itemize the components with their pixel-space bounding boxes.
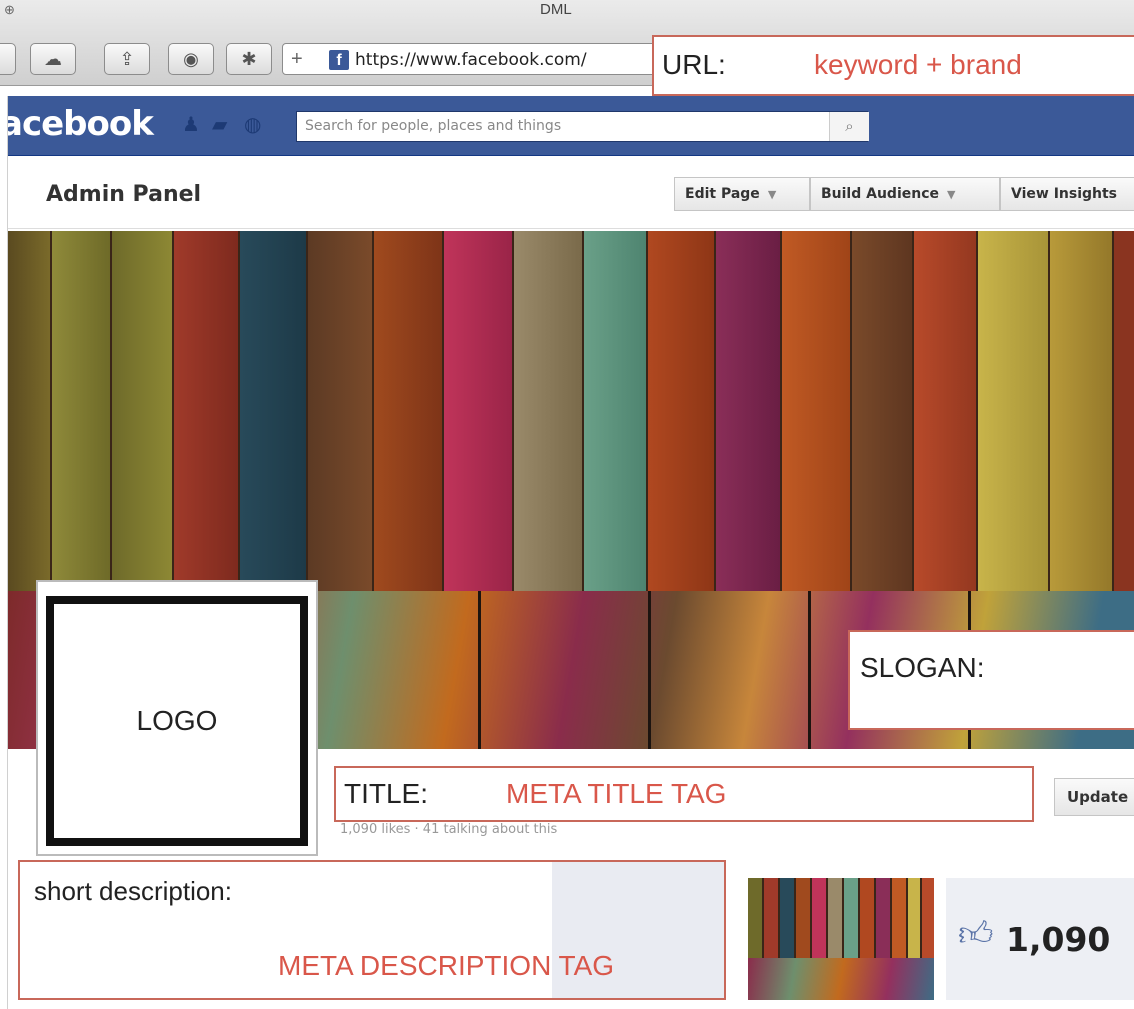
edit-page-label: Edit Page [685,186,760,202]
icloud-button[interactable]: ☁ [30,43,76,75]
extensions-button[interactable]: ✱ [226,43,272,75]
notifications-globe-icon[interactable]: ◍ [244,112,261,137]
title-label: TITLE: [344,778,429,809]
new-tab-icon[interactable]: + [291,48,303,71]
likes-count: 1,090 [1006,920,1111,959]
facebook-logo[interactable]: acebook [0,104,154,144]
share-button[interactable]: ⇪ [104,43,150,75]
friend-requests-icon[interactable]: ♟ [182,112,200,137]
title-value: META TITLE TAG [506,778,727,809]
reading-list-button[interactable]: ◉ [168,43,214,75]
likes-summary: 1,090 likes · 41 talking about this [340,822,558,837]
view-insights-button[interactable]: View Insights [1000,177,1134,211]
chevron-down-icon: ▼ [947,187,956,201]
url-annotation: URL: keyword + brand [652,35,1134,96]
edit-page-button[interactable]: Edit Page ▼ [674,177,810,211]
admin-panel-bar: Admin Panel Edit Page ▼ Build Audience ▼… [0,157,1134,229]
asterisk-icon: ✱ [241,48,257,69]
url-annotation-value: keyword + brand [814,49,1022,80]
chevron-down-icon: ▼ [767,187,777,201]
photos-thumbnail[interactable] [748,878,934,1000]
search-input[interactable]: Search for people, places and things ⌕ [296,111,869,142]
page-left-edge [0,96,8,1009]
slogan-annotation: SLOGAN: [848,630,1134,730]
search-icon[interactable]: ⌕ [829,112,869,141]
logo-placeholder: LOGO [46,596,308,846]
messages-icon[interactable]: ▰ [212,112,227,137]
url-annotation-label: URL: [662,49,726,80]
description-annotation [18,860,726,1000]
url-text[interactable]: https://www.facebook.com/ [355,50,587,70]
share-icon: ⇪ [119,48,135,69]
cloud-icon: ☁ [44,48,62,69]
update-info-button[interactable]: Update [1054,778,1134,816]
build-audience-label: Build Audience [821,186,940,202]
logo-label: LOGO [136,705,218,736]
back-button[interactable] [0,43,16,75]
window-title: DML [540,1,572,18]
view-insights-label: View Insights [1011,186,1118,202]
eye-icon: ◉ [183,48,199,69]
title-annotation: TITLE: META TITLE TAG [334,766,1034,822]
facebook-favicon-icon: f [329,50,349,70]
build-audience-button[interactable]: Build Audience ▼ [810,177,1000,211]
slogan-label: SLOGAN: [860,652,985,683]
search-placeholder: Search for people, places and things [305,118,562,134]
admin-panel-title: Admin Panel [46,182,202,207]
likes-box[interactable]: 👍︎ 1,090 [946,878,1134,1000]
thumbs-up-icon: 👍︎ [958,915,994,953]
profile-picture[interactable]: LOGO [36,580,318,856]
